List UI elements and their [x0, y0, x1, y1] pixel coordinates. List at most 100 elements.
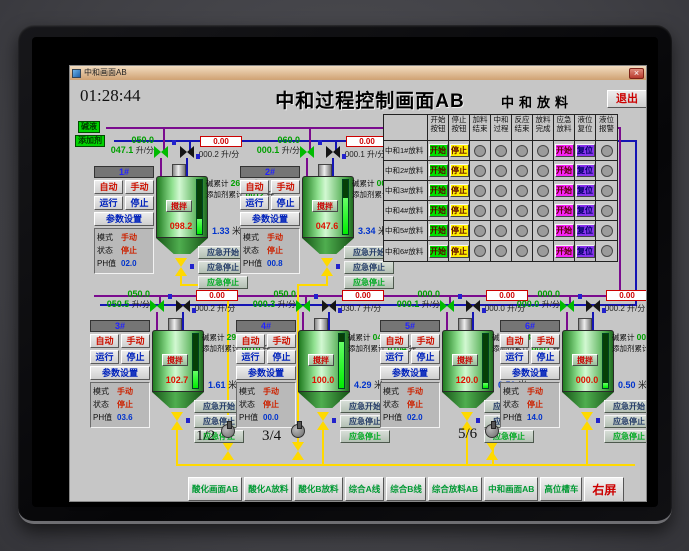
- parameter-settings-button[interactable]: 参数设置: [500, 366, 560, 380]
- stop-button[interactable]: 停止: [271, 196, 300, 210]
- stir-button[interactable]: 搅拌: [312, 200, 338, 212]
- nav-high-tank-truck-button[interactable]: 高位槽车: [540, 477, 583, 501]
- stop-button[interactable]: 停止: [125, 196, 154, 210]
- stir-button[interactable]: 搅拌: [162, 354, 188, 366]
- pump-3-4-icon[interactable]: [291, 421, 305, 438]
- release-start-button[interactable]: 开始: [428, 184, 448, 197]
- release-stop-button[interactable]: 停止: [449, 204, 469, 217]
- window-titlebar[interactable]: 中和画面AB ×: [70, 66, 646, 80]
- discharge-valve-icon[interactable]: [317, 412, 329, 430]
- level-reset-button[interactable]: 复位: [575, 204, 595, 217]
- emergency-discharge-button[interactable]: 开始: [554, 204, 574, 217]
- additive-inlet-valve-icon[interactable]: [326, 146, 340, 158]
- alkali-inlet-valve-icon[interactable]: [154, 146, 168, 158]
- nav-combined-a-line-button[interactable]: 综合A线: [344, 477, 385, 501]
- run-button[interactable]: 运行: [500, 350, 529, 364]
- auto-button[interactable]: 自动: [380, 334, 409, 348]
- nav-combined-b-line-button[interactable]: 综合B线: [386, 477, 426, 501]
- auto-button[interactable]: 自动: [236, 334, 265, 348]
- nav-acidify-a-discharge-button[interactable]: 酸化A放料: [244, 477, 293, 501]
- parameter-settings-button[interactable]: 参数设置: [380, 366, 440, 380]
- release-start-button[interactable]: 开始: [428, 224, 448, 237]
- exit-button[interactable]: 退出: [607, 90, 646, 108]
- nav-acidify-screen-ab-button[interactable]: 酸化画面AB: [188, 477, 243, 501]
- run-button[interactable]: 运行: [240, 196, 269, 210]
- pump-5-6-icon[interactable]: [485, 421, 499, 438]
- stir-button[interactable]: 搅拌: [572, 354, 598, 366]
- level-reset-button[interactable]: 复位: [575, 224, 595, 237]
- release-stop-button[interactable]: 停止: [449, 164, 469, 177]
- additive-inlet-valve-icon[interactable]: [466, 300, 480, 312]
- manual-button[interactable]: 手动: [531, 334, 560, 348]
- level-reset-button[interactable]: 复位: [575, 144, 595, 157]
- release-start-button[interactable]: 开始: [428, 204, 448, 217]
- stir-button[interactable]: 搅拌: [452, 354, 478, 366]
- emergency-stop-button[interactable]: 应急停止: [344, 261, 394, 274]
- emergency-discharge-button[interactable]: 开始: [554, 244, 574, 258]
- alkali-inlet-valve-icon[interactable]: [150, 300, 164, 312]
- parameter-settings-button[interactable]: 参数设置: [90, 366, 150, 380]
- release-start-button[interactable]: 开始: [428, 244, 448, 258]
- level-reset-button[interactable]: 复位: [575, 184, 595, 197]
- emergency-stop-button[interactable]: 应急停止: [604, 415, 646, 428]
- manual-button[interactable]: 手动: [267, 334, 296, 348]
- auto-button[interactable]: 自动: [500, 334, 529, 348]
- alkali-inlet-valve-icon[interactable]: [296, 300, 310, 312]
- release-stop-button[interactable]: 停止: [449, 184, 469, 197]
- manual-button[interactable]: 手动: [271, 180, 300, 194]
- parameter-settings-button[interactable]: 参数设置: [236, 366, 296, 380]
- run-button[interactable]: 运行: [236, 350, 265, 364]
- parameter-settings-button[interactable]: 参数设置: [94, 212, 154, 226]
- release-start-button[interactable]: 开始: [428, 144, 448, 157]
- run-button[interactable]: 运行: [90, 350, 119, 364]
- discharge-valve-icon[interactable]: [175, 258, 187, 276]
- alkali-inlet-valve-icon[interactable]: [440, 300, 454, 312]
- stop-button[interactable]: 停止: [531, 350, 560, 364]
- manual-button[interactable]: 手动: [411, 334, 440, 348]
- header-cell: 反应结束: [512, 115, 533, 141]
- emergency-discharge-button[interactable]: 开始: [554, 224, 574, 237]
- nav-neutralize-screen-ab-button[interactable]: 中和画面AB: [484, 477, 539, 501]
- stir-button[interactable]: 搅拌: [308, 354, 334, 366]
- level-reset-button[interactable]: 复位: [575, 164, 595, 177]
- alkali-total-label: 碱累计: [206, 179, 229, 188]
- additive-inlet-valve-icon[interactable]: [180, 146, 194, 158]
- auto-button[interactable]: 自动: [240, 180, 269, 194]
- parameter-settings-button[interactable]: 参数设置: [240, 212, 300, 226]
- discharge-valve-icon[interactable]: [171, 412, 183, 430]
- release-stop-button[interactable]: 停止: [449, 224, 469, 237]
- pump-1-2-icon[interactable]: [221, 421, 235, 438]
- run-button[interactable]: 运行: [380, 350, 409, 364]
- stop-button[interactable]: 停止: [267, 350, 296, 364]
- stop-button[interactable]: 停止: [121, 350, 150, 364]
- additive-inlet-valve-icon[interactable]: [176, 300, 190, 312]
- emergency-discharge-button[interactable]: 开始: [554, 164, 574, 177]
- emergency-start-button[interactable]: 应急开始: [604, 400, 646, 413]
- release-stop-button[interactable]: 停止: [449, 244, 469, 258]
- stop-button[interactable]: 停止: [411, 350, 440, 364]
- nav-combined-discharge-ab-button[interactable]: 综合放料AB: [427, 477, 483, 501]
- run-button[interactable]: 运行: [94, 196, 123, 210]
- alkali-inlet-valve-icon[interactable]: [300, 146, 314, 158]
- emergency-discharge-button[interactable]: 开始: [554, 184, 574, 197]
- manual-button[interactable]: 手动: [121, 334, 150, 348]
- auto-button[interactable]: 自动: [90, 334, 119, 348]
- discharge-valve-icon[interactable]: [321, 258, 333, 276]
- additive-flow-number: 000.1: [344, 150, 365, 159]
- release-stop-button[interactable]: 停止: [449, 144, 469, 157]
- stir-button[interactable]: 搅拌: [166, 200, 192, 212]
- right-screen-button[interactable]: 右屏: [584, 477, 625, 501]
- nav-acidify-b-discharge-button[interactable]: 酸化B放料: [294, 477, 343, 501]
- emergency-discharge-button[interactable]: 开始: [554, 144, 574, 157]
- manual-button[interactable]: 手动: [125, 180, 154, 194]
- discharge-valve-icon[interactable]: [581, 412, 593, 430]
- release-start-button[interactable]: 开始: [428, 164, 448, 177]
- level-reset-button[interactable]: 复位: [575, 244, 595, 258]
- auto-button[interactable]: 自动: [94, 180, 123, 194]
- alkali-inlet-valve-icon[interactable]: [560, 300, 574, 312]
- mode-value: 手动: [263, 387, 279, 396]
- feed-finished-indicator: [474, 164, 486, 177]
- close-icon[interactable]: ×: [629, 67, 644, 79]
- additive-inlet-valve-icon[interactable]: [322, 300, 336, 312]
- additive-inlet-valve-icon[interactable]: [586, 300, 600, 312]
